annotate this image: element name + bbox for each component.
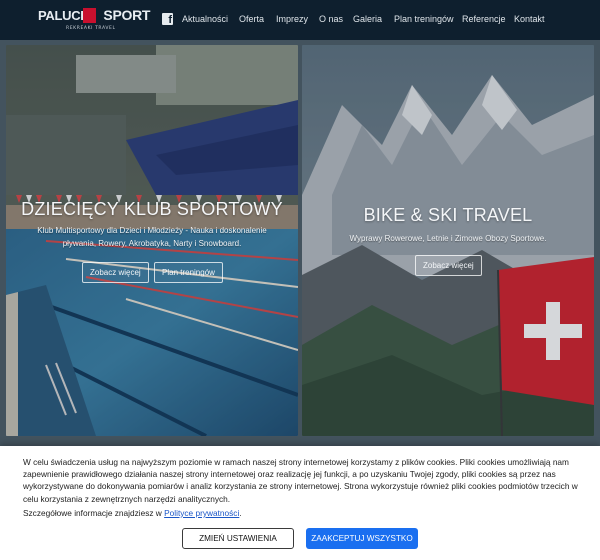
cookie-consent-banner: W celu świadczenia usług na najwyższym p… (0, 446, 600, 560)
accept-all-button[interactable]: ZAAKCEPTUJ WSZYSTKO (306, 528, 418, 549)
nav-item-imprezy[interactable]: Imprezy (276, 14, 308, 25)
nav-item-aktualnosci[interactable]: Aktualności (182, 14, 228, 25)
nav-item-galeria[interactable]: Galeria (353, 14, 382, 25)
nav-item-o-nas[interactable]: O nas (319, 14, 343, 25)
main-menu: Aktualności Oferta Imprezy O nas Galeria… (0, 14, 600, 28)
nav-item-referencje[interactable]: Referencje (462, 14, 506, 25)
panel-title-kids-club: DZIECIĘCY KLUB SPORTOWY (21, 199, 283, 219)
hero-panel-kids-club[interactable]: DZIECIĘCY KLUB SPORTOWY Klub Multisporto… (6, 45, 298, 436)
see-more-button-bike-ski[interactable]: Zobacz więcej (415, 255, 482, 276)
change-settings-button[interactable]: ZMIEŃ USTAWIENIA (182, 528, 294, 549)
cookie-more-prefix: Szczegółowe informacje znajdziesz w (23, 508, 162, 518)
panel-description-bike-ski: Wyprawy Rowerowe, Letnie i Zimowe Obozy … (349, 234, 547, 243)
hero-panel-bike-ski-travel[interactable]: BIKE & SKI TRAVEL Wyprawy Rowerowe, Letn… (302, 45, 594, 436)
cookie-more-info: Szczegółowe informacje znajdziesz w Poli… (23, 507, 583, 519)
cookie-notice-text: W celu świadczenia usług na najwyższym p… (23, 457, 578, 504)
cookie-more-suffix: . (239, 508, 242, 518)
see-more-button-kids-club[interactable]: Zobacz więcej (82, 262, 149, 283)
panel-title-bike-ski: BIKE & SKI TRAVEL (363, 205, 533, 225)
privacy-policy-link[interactable]: Polityce prywatności (164, 508, 239, 518)
training-plan-button[interactable]: Plan treningów (154, 262, 223, 283)
panel-description-kids-club: Klub Multisportowy dla Dzieci i Młodzież… (37, 226, 267, 248)
nav-item-oferta[interactable]: Oferta (239, 14, 264, 25)
top-navigation-bar: PALUCH SPORT REKREAKI TRAVEL f Aktualnośc… (0, 0, 600, 40)
nav-item-plan-treningow[interactable]: Plan treningów (394, 14, 454, 25)
nav-item-kontakt[interactable]: Kontakt (514, 14, 545, 25)
